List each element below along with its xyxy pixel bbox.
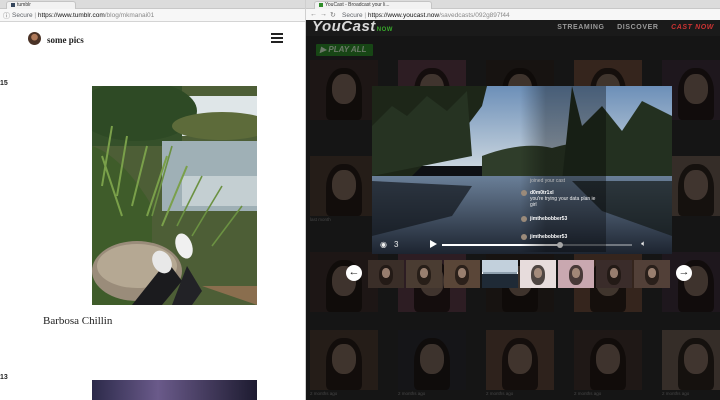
chat-avatar xyxy=(521,190,527,196)
youcast-favicon-icon xyxy=(319,2,323,7)
tab-title: tumblr xyxy=(17,2,31,8)
nav-cast-now[interactable]: CAST NOW xyxy=(671,24,714,31)
back-icon[interactable]: ← xyxy=(310,11,317,18)
post-caption: Barbosa Chillin xyxy=(43,315,113,327)
play-button[interactable] xyxy=(430,240,437,248)
nav-discover[interactable]: DISCOVER xyxy=(617,24,658,31)
chat-username: jimthebobber53 xyxy=(530,216,568,222)
chat-text: joined your cast xyxy=(530,178,566,184)
chat-message: jimthebobber53 xyxy=(521,216,598,222)
logo-suffix: NOW xyxy=(376,27,393,33)
post-photo[interactable] xyxy=(92,86,257,305)
carousel-thumbnail[interactable] xyxy=(482,260,518,288)
tumblr-favicon-icon xyxy=(11,2,15,7)
landscape-photo xyxy=(92,86,257,305)
forward-icon[interactable]: → xyxy=(320,11,327,18)
url-domain: https://www.tumblr.com xyxy=(37,12,105,19)
carousel-thumbnail[interactable] xyxy=(596,260,632,288)
post-number: 15 xyxy=(0,80,8,87)
secure-label: Secure xyxy=(12,12,33,19)
youcast-browser-window: YouCast - Broadcast your li... ← → ↻ Sec… xyxy=(306,0,720,400)
tab-tumblr[interactable]: tumblr xyxy=(6,1,76,9)
next-arrow-icon[interactable]: → xyxy=(676,265,692,281)
chat-avatar xyxy=(521,216,527,222)
cast-carousel: ← → xyxy=(336,260,696,288)
tab-title: YouCast - Broadcast your li... xyxy=(325,2,390,8)
chat-panel: joined your cast d0m0tr1xl you're trying… xyxy=(520,86,606,252)
carousel-thumbnail[interactable] xyxy=(558,260,594,288)
tab-strip: tumblr xyxy=(0,0,305,9)
prev-arrow-icon[interactable]: ← xyxy=(346,265,362,281)
nav-streaming[interactable]: STREAMING xyxy=(557,24,604,31)
address-bar[interactable]: ⓘ Secure | https://www.tumblr.com/blog/m… xyxy=(0,9,305,22)
blog-title[interactable]: some pics xyxy=(47,35,84,45)
chat-message: jimthebobber53 xyxy=(521,234,598,240)
blog-header: some pics xyxy=(28,30,283,48)
chat-text: you're trying your data plan ie girl xyxy=(530,196,596,208)
volume-icon[interactable]: 🔈︎ xyxy=(641,239,646,249)
chat-username: jimthebobber53 xyxy=(530,234,568,240)
post-photo[interactable] xyxy=(92,380,257,400)
hamburger-menu-icon[interactable] xyxy=(271,33,283,43)
carousel-thumbnail[interactable] xyxy=(368,260,404,288)
eye-icon: ◉ xyxy=(380,240,387,249)
post-number: 13 xyxy=(0,374,8,381)
avatar[interactable] xyxy=(28,32,41,45)
site-logo[interactable]: YouCastNOW xyxy=(312,18,393,35)
carousel-thumbnail[interactable] xyxy=(634,260,670,288)
chat-message: d0m0tr1xl you're trying your data plan i… xyxy=(521,190,598,208)
carousel-thumbnail[interactable] xyxy=(406,260,442,288)
chat-avatar xyxy=(521,234,527,240)
chat-message: joined your cast xyxy=(530,178,598,184)
carousel-thumbnail[interactable] xyxy=(520,260,556,288)
tab-youcast[interactable]: YouCast - Broadcast your li... xyxy=(314,1,432,9)
url-path: /savedcasts/092g897f44 xyxy=(439,12,510,19)
site-navbar: YouCastNOW STREAMING DISCOVER CAST NOW xyxy=(306,18,720,36)
url-path: /blog/mkmanai01 xyxy=(104,12,155,19)
carousel-thumbnail[interactable] xyxy=(444,260,480,288)
tumblr-browser-window: tumblr ⓘ Secure | https://www.tumblr.com… xyxy=(0,0,305,400)
info-icon[interactable]: ⓘ xyxy=(3,11,10,21)
tab-strip: YouCast - Broadcast your li... xyxy=(306,0,720,9)
logo-text: YouCast xyxy=(312,18,376,35)
view-count: 3 xyxy=(394,240,399,249)
